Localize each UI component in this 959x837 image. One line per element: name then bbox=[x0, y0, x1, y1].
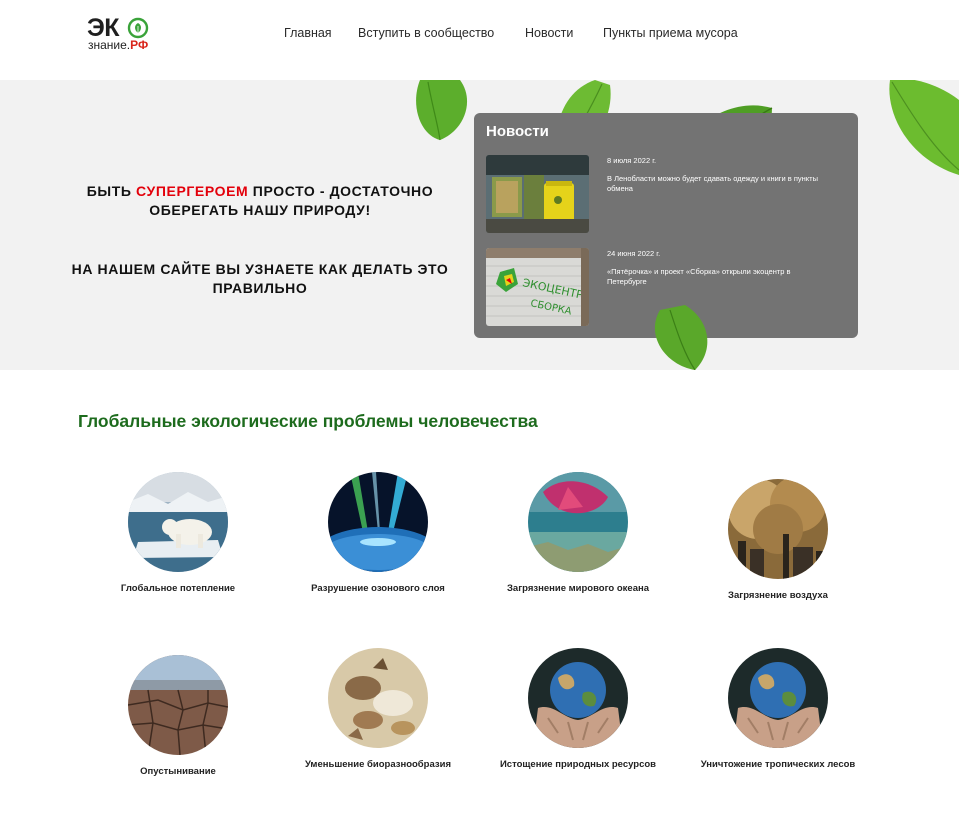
hero-subtagline: На нашем сайте вы узнаете как делать это… bbox=[71, 261, 449, 296]
problem-label: Уничтожение тропических лесов bbox=[700, 759, 856, 770]
nav-item-news[interactable]: Новости bbox=[525, 26, 573, 40]
problem-label: Разрушение озонового слоя bbox=[311, 583, 445, 594]
leaf-decoration-icon bbox=[416, 80, 468, 141]
news-headline[interactable]: В Ленобласти можно будет сдавать одежду … bbox=[607, 174, 822, 194]
earth-hands-photo-icon bbox=[528, 648, 628, 748]
earth-hands-photo-icon bbox=[728, 648, 828, 748]
animals-photo-icon bbox=[328, 648, 428, 748]
problem-label: Опустынивание bbox=[140, 766, 216, 777]
hero-tagline-highlight: супергероем bbox=[136, 183, 249, 199]
news-item[interactable]: 8 июля 2022 г. В Ленобласти можно будет … bbox=[486, 155, 846, 233]
recycling-bins-photo-icon bbox=[486, 155, 589, 233]
news-card-title: Новости bbox=[486, 123, 549, 140]
problem-label: Истощение природных ресурсов bbox=[499, 759, 657, 770]
ozone-layer-photo-icon bbox=[328, 472, 428, 572]
cracked-earth-photo-icon bbox=[128, 655, 228, 755]
problem-label: Уменьшение биоразнообразия bbox=[305, 759, 451, 770]
problem-label: Загрязнение воздуха bbox=[728, 590, 828, 601]
news-headline[interactable]: «Пятёрочка» и проект «Сборка» открыли эк… bbox=[607, 267, 822, 287]
nav-item-collection-points[interactable]: Пункты приема мусора bbox=[603, 26, 738, 40]
news-date: 24 июня 2022 г. bbox=[607, 249, 661, 258]
main-nav: Главная Вступить в сообщество Новости Пу… bbox=[0, 26, 959, 44]
ocean-pollution-photo-icon bbox=[528, 472, 628, 572]
ecocenter-sign-photo-icon: ЭКОЦЕНТР СБОРКА bbox=[486, 248, 589, 326]
hero-tagline: Быть супергероем просто - достаточно обе… bbox=[60, 182, 460, 220]
news-date: 8 июля 2022 г. bbox=[607, 156, 657, 165]
nav-item-join[interactable]: Вступить в сообщество bbox=[358, 26, 494, 40]
air-pollution-photo-icon bbox=[728, 479, 828, 579]
polar-bear-photo-icon bbox=[128, 472, 228, 572]
hero-banner: Быть супергероем просто - достаточно обе… bbox=[0, 80, 959, 370]
problem-label: Загрязнение мирового океана bbox=[506, 583, 650, 594]
problem-label: Глобальное потепление bbox=[120, 583, 236, 594]
nav-item-home[interactable]: Главная bbox=[284, 26, 332, 40]
hero-tagline-start: Быть bbox=[86, 183, 137, 199]
problems-section-title: Глобальные экологические проблемы челове… bbox=[78, 411, 538, 431]
leaf-decoration-icon bbox=[654, 305, 708, 370]
leaf-decoration-icon bbox=[889, 80, 959, 175]
site-header: ЭК знание.РФ Главная Вступить в сообщест… bbox=[0, 0, 959, 80]
